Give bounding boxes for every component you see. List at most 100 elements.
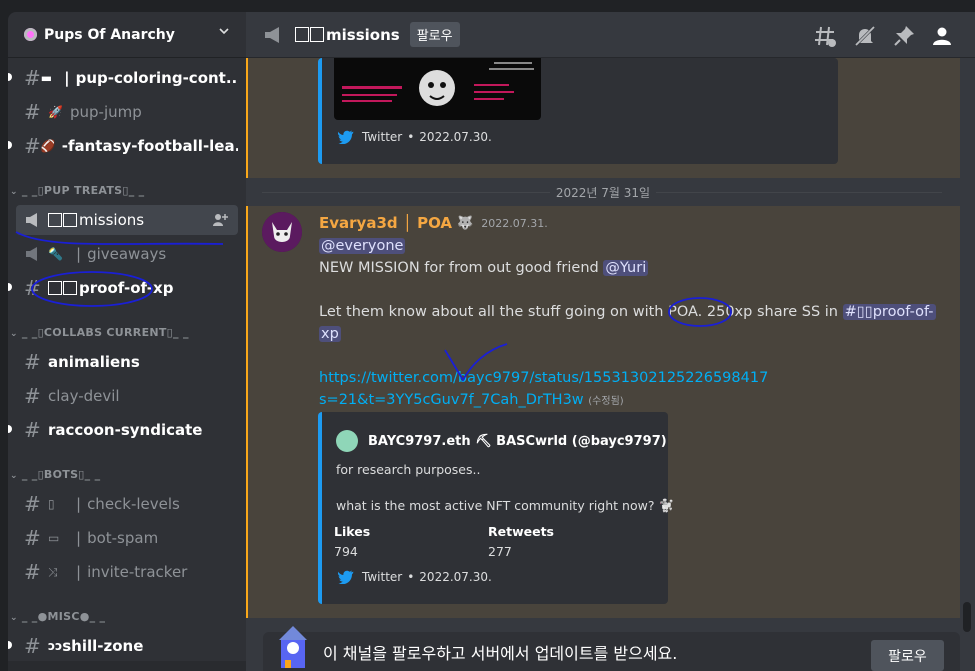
author-name[interactable]: Evarya3d │ POA: [319, 214, 452, 232]
chevron-down-icon: ⌄: [10, 613, 18, 623]
embed-date: 2022.07.30.: [419, 130, 492, 144]
tweet-text: for research purposes..: [336, 462, 481, 477]
scrollbar-thumb[interactable]: [963, 602, 971, 632]
unread-indicator: [8, 73, 12, 81]
channel-emoji: ▬: [40, 71, 53, 85]
hash-icon: #: [24, 350, 41, 374]
sidebar-item-fantasy-football[interactable]: # 🏈 -fantasy-football-lea...: [16, 131, 238, 161]
missing-glyph: [310, 27, 324, 42]
channel-emoji: 🚀: [48, 105, 63, 119]
separator: |: [76, 529, 82, 547]
sidebar-item-check-levels[interactable]: # ▯ | check-levels: [16, 489, 238, 519]
sidebar-item-giveaways[interactable]: 🔦 | giveaways: [16, 239, 238, 269]
channel-label: -fantasy-football-lea...: [61, 137, 238, 155]
unread-indicator: [8, 641, 12, 649]
channel-sidebar: Pups Of Anarchy # ▬ | pup-coloring-cont.…: [8, 12, 246, 671]
chevron-down-icon: ⌄: [10, 471, 18, 481]
embed-image[interactable]: [334, 58, 541, 120]
sidebar-item-shill-zone[interactable]: # ᴐᴐ shill-zone: [16, 631, 238, 661]
follow-button[interactable]: 팔로우: [409, 22, 460, 47]
sidebar-item-clay-devil[interactable]: # clay-devil: [16, 381, 238, 411]
chevron-down-icon: [219, 28, 229, 35]
category-bots[interactable]: ⌄ _ _▯BOTS▯_ _: [10, 468, 100, 481]
discord-app: Pups Of Anarchy # ▬ | pup-coloring-cont.…: [0, 0, 975, 671]
category-label: _ _▯BOTS▯_ _: [21, 468, 101, 481]
message-line: @everyone: [319, 235, 406, 257]
message-line: s=21&t=3YY5cGuv7f_7Cah_DrTH3w (수정됨): [319, 389, 624, 413]
role-icon: 🐺: [457, 215, 474, 231]
retweets-label: Retweets: [488, 524, 554, 539]
threads-icon[interactable]: [813, 24, 837, 48]
chevron-down-icon: ⌄: [10, 329, 18, 339]
message-line: Let them know about all the stuff going …: [319, 301, 936, 323]
channel-mention[interactable]: #▯▯proof-of-: [842, 304, 936, 320]
separator: |: [76, 245, 82, 263]
sidebar-item-bot-spam[interactable]: # ▭ | bot-spam: [16, 523, 238, 553]
sidebar-item-missions[interactable]: missions: [16, 205, 238, 235]
category-misc[interactable]: ⌄ _ _●MISC●_ _: [10, 610, 105, 623]
scrollbar-track[interactable]: [961, 58, 975, 618]
tweet-link[interactable]: https://twitter.com/bayc9797/status/1553…: [319, 370, 768, 386]
channel-mention-cont[interactable]: xp: [319, 326, 341, 342]
channel-emoji: ⤨: [48, 564, 58, 579]
hash-icon: #: [24, 418, 41, 442]
main-chat: missions 팔로우 Twitter • 2022.07.30. 2022년…: [246, 12, 975, 671]
channel-title: missions: [326, 25, 400, 44]
likes-value: 794: [334, 544, 358, 559]
chevron-down-icon: ⌄: [10, 187, 18, 197]
sidebar-item-invite-tracker[interactable]: # ⤨ | invite-tracker: [16, 557, 238, 587]
follow-channel-button[interactable]: 팔로우: [871, 640, 944, 671]
sidebar-item-pup-coloring[interactable]: # ▬ | pup-coloring-cont...: [16, 63, 238, 93]
follow-channel-bar: 이 채널을 팔로우하고 서버에서 업데이트를 받으세요. 팔로우: [263, 626, 960, 671]
message-line: https://twitter.com/bayc9797/status/1553…: [319, 367, 768, 389]
category-collabs[interactable]: ⌄ _ _▯COLLABS CURRENT▯_ _: [10, 326, 189, 339]
mute-bell-icon[interactable]: [853, 24, 877, 48]
channel-label: invite-tracker: [87, 563, 188, 581]
sidebar-item-proof-of-xp[interactable]: # proof-of-xp: [16, 273, 238, 303]
sidebar-item-raccoon-syndicate[interactable]: # raccoon-syndicate: [16, 415, 238, 445]
channel-label: shill-zone: [62, 637, 144, 655]
category-pup-treats[interactable]: ⌄ _ _▯PUP TREATS▯_ _: [10, 184, 144, 197]
message-line: xp: [319, 323, 341, 345]
member-list-icon[interactable]: [931, 24, 955, 48]
date-divider-label-wrap: 2022년 7월 31일: [246, 184, 960, 201]
avatar[interactable]: [262, 212, 302, 252]
likes-label: Likes: [334, 524, 371, 539]
hash-icon: #: [24, 526, 41, 550]
hash-icon: #: [24, 100, 41, 124]
channel-label: raccoon-syndicate: [48, 421, 203, 439]
date-divider-label: 2022년 7월 31일: [549, 186, 657, 200]
mention-user[interactable]: @Yuri: [603, 260, 649, 276]
annotation-circle: [668, 297, 732, 327]
pin-icon[interactable]: [892, 24, 916, 48]
twitter-embed: BAYC9797.eth ⛏ BASCwrld (@bayc9797) for …: [318, 412, 674, 604]
channel-emoji: ᴐᴐ: [48, 639, 63, 653]
separator: |: [76, 563, 82, 581]
hash-icon: #: [24, 276, 41, 300]
category-label: _ _▯PUP TREATS▯_ _: [21, 184, 145, 197]
channel-emoji: ▭: [48, 531, 60, 545]
hash-icon: #: [24, 492, 41, 516]
twitter-icon: [338, 130, 354, 144]
mention-everyone[interactable]: @everyone: [319, 238, 406, 254]
missing-glyph: [48, 213, 62, 227]
tweet-link-cont[interactable]: s=21&t=3YY5cGuv7f_7Cah_DrTH3w: [319, 392, 584, 408]
server-header[interactable]: Pups Of Anarchy: [8, 12, 246, 58]
missing-glyph: [63, 281, 77, 295]
hash-icon: #: [24, 384, 41, 408]
server-name: Pups Of Anarchy: [44, 26, 175, 43]
announcement-icon: [26, 247, 37, 261]
mention-bar: [246, 58, 248, 178]
tweet-author[interactable]: BAYC9797.eth ⛏ BASCwrld (@bayc9797): [336, 430, 667, 452]
hash-icon: #: [24, 560, 41, 584]
unread-indicator: [8, 425, 12, 433]
invite-icon[interactable]: [212, 213, 228, 227]
unread-indicator: [8, 141, 12, 149]
follow-message: 이 채널을 팔로우하고 서버에서 업데이트를 받으세요.: [323, 643, 678, 663]
sidebar-item-animaliens[interactable]: # animaliens: [16, 347, 238, 377]
sidebar-item-pup-jump[interactable]: # 🚀 pup-jump: [16, 97, 238, 127]
poster-illustration: [342, 62, 534, 106]
separator: |: [64, 69, 70, 87]
twitter-icon: [338, 570, 354, 584]
category-label: _ _●MISC●_ _: [21, 610, 106, 623]
